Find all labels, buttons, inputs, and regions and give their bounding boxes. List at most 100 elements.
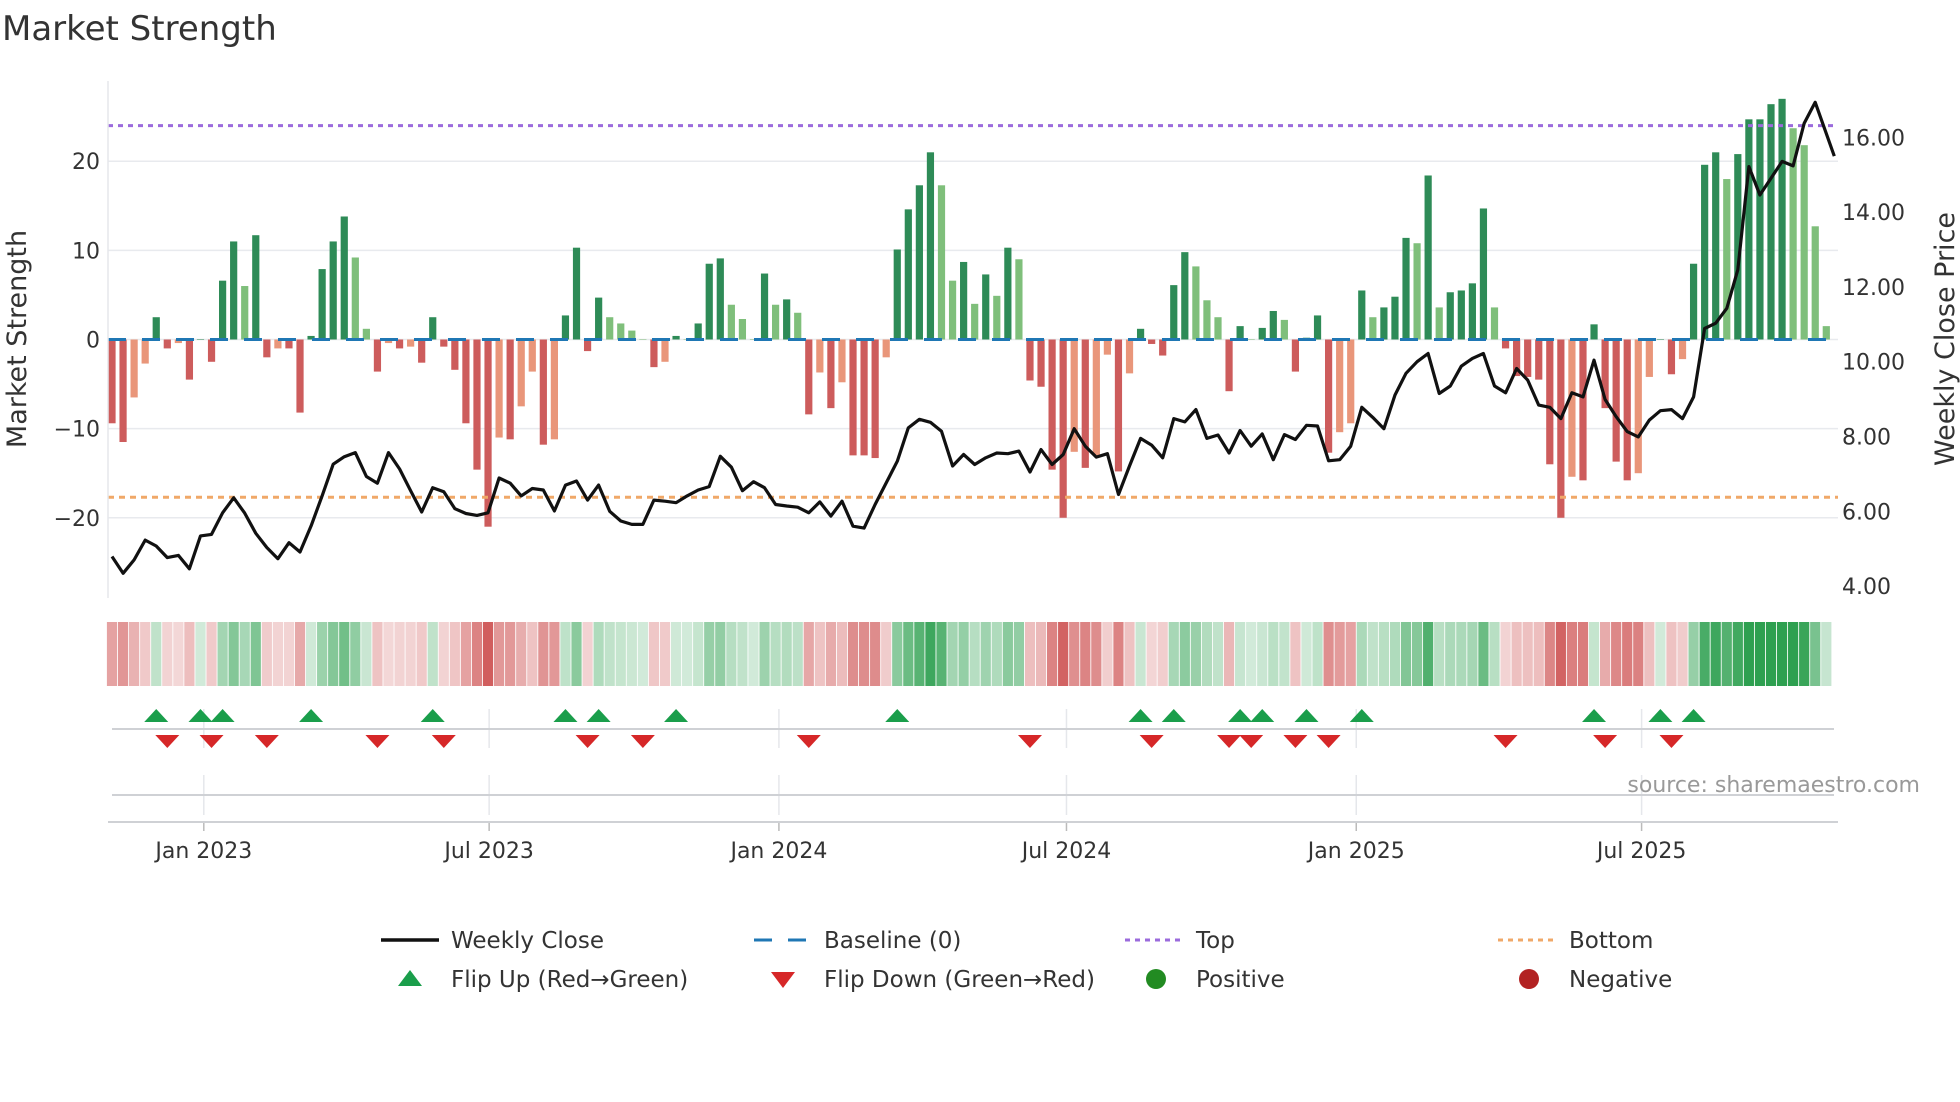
heat-cell: [1411, 622, 1423, 686]
heat-cell: [416, 622, 427, 686]
heat-cell: [870, 622, 881, 686]
heat-cell: [1146, 622, 1157, 686]
heat-cell: [748, 622, 759, 686]
y2-axis-label: Weekly Close Price: [1930, 212, 1960, 466]
x-tick-label: Jan 2024: [728, 839, 827, 864]
strength-bar: [860, 339, 868, 456]
heat-cell: [726, 622, 737, 686]
heat-cell: [350, 622, 361, 686]
heat-cell: [471, 622, 483, 686]
strength-bar: [849, 339, 857, 456]
strength-bar: [805, 339, 813, 415]
heat-cell: [339, 622, 350, 686]
heat-cell: [1699, 622, 1710, 686]
flip-up-marker: [210, 709, 235, 722]
strength-bar: [1457, 290, 1465, 340]
heat-cell: [1301, 622, 1312, 686]
flip-down-marker: [1659, 735, 1684, 748]
strength-bar: [1822, 326, 1830, 340]
heat-cell: [704, 622, 715, 686]
strength-bar: [1435, 307, 1443, 340]
heat-cell: [991, 622, 1002, 686]
strength-bar: [506, 339, 514, 440]
heat-cell: [892, 622, 903, 686]
heat-cell: [538, 622, 549, 686]
strength-bar: [871, 339, 879, 459]
strength-bar: [1723, 179, 1731, 340]
strength-bar: [1214, 317, 1222, 340]
heat-cell: [1345, 622, 1356, 686]
heat-cell: [1456, 622, 1467, 686]
y-axis-label: Market Strength: [2, 230, 33, 448]
heat-cell: [1246, 622, 1257, 686]
strength-bar: [429, 317, 437, 340]
strength-bar: [1236, 326, 1244, 340]
strength-bar: [1579, 339, 1587, 481]
strength-bar: [1136, 328, 1145, 340]
strength-bar: [1479, 208, 1488, 340]
heat-cell: [1467, 622, 1478, 686]
heat-cell: [1765, 622, 1777, 686]
strength-bar: [152, 317, 160, 340]
x-axis: Jan 2023 Jul 2023 Jan 2024 Jul 2024 Jan 2025…: [108, 821, 1838, 864]
x-tick-label: Jan 2025: [1306, 839, 1405, 864]
legend-label-flip-up-red-green: Flip Up (Red→Green): [451, 967, 688, 993]
heat-cell: [958, 622, 969, 686]
flip-up-marker: [299, 709, 324, 722]
heat-cell: [1389, 622, 1401, 686]
strength-bar: [1048, 339, 1056, 470]
strength-bar: [517, 339, 525, 407]
heat-cell: [1743, 622, 1754, 686]
heat-cell: [1235, 622, 1246, 686]
y2-tick-label: 10.00: [1842, 351, 1905, 376]
strength-bar: [1535, 339, 1543, 380]
heat-cell: [759, 622, 770, 686]
strength-bar: [1203, 300, 1211, 340]
heat-cell: [770, 622, 781, 686]
heat-cell: [858, 622, 870, 686]
strength-bar: [263, 339, 271, 358]
strength-bar: [1667, 339, 1676, 375]
strength-bar: [1800, 145, 1808, 340]
heat-cell: [1400, 622, 1412, 686]
strength-bar: [550, 339, 558, 440]
heat-cell: [1445, 622, 1456, 686]
strength-bar: [1114, 339, 1123, 472]
heat-cell: [294, 622, 306, 686]
strength-bar: [672, 335, 680, 340]
strength-bar: [185, 339, 194, 380]
heat-cell: [1522, 622, 1533, 686]
heat-cell: [516, 622, 527, 686]
heat-cell: [825, 622, 836, 686]
legend-label-weekly-close: Weekly Close: [451, 928, 604, 954]
flip-down-marker: [1139, 735, 1164, 748]
heat-cell: [914, 622, 925, 686]
strength-bar: [1490, 307, 1499, 340]
strength-bar: [1612, 339, 1620, 462]
flip-down-marker: [1493, 735, 1518, 748]
heat-cell: [1655, 622, 1666, 686]
heat-cell: [1677, 622, 1688, 686]
strength-bars: [108, 98, 1830, 527]
flip-up-marker: [1250, 709, 1275, 722]
strength-bar: [617, 323, 625, 340]
strength-bar: [1059, 339, 1067, 518]
legend-label-flip-down-green-red: Flip Down (Green→Red): [824, 967, 1095, 993]
heat-cell: [1091, 622, 1102, 686]
strength-bar: [1623, 339, 1631, 481]
heat-cell: [1544, 622, 1555, 686]
strength-bar: [141, 339, 149, 364]
heat-cell: [505, 622, 516, 686]
heat-cell: [615, 622, 626, 686]
heat-cell: [195, 622, 206, 686]
strength-bar: [738, 318, 747, 340]
heat-cell: [1566, 622, 1578, 686]
strength-bar: [119, 339, 127, 443]
flip-up-marker: [885, 709, 910, 722]
strength-bar: [1634, 339, 1642, 474]
strength-bar: [1391, 296, 1399, 340]
heat-cell: [1788, 622, 1799, 686]
strength-bar: [1756, 119, 1764, 340]
strength-bar: [1347, 339, 1355, 424]
strength-bar: [219, 280, 227, 340]
